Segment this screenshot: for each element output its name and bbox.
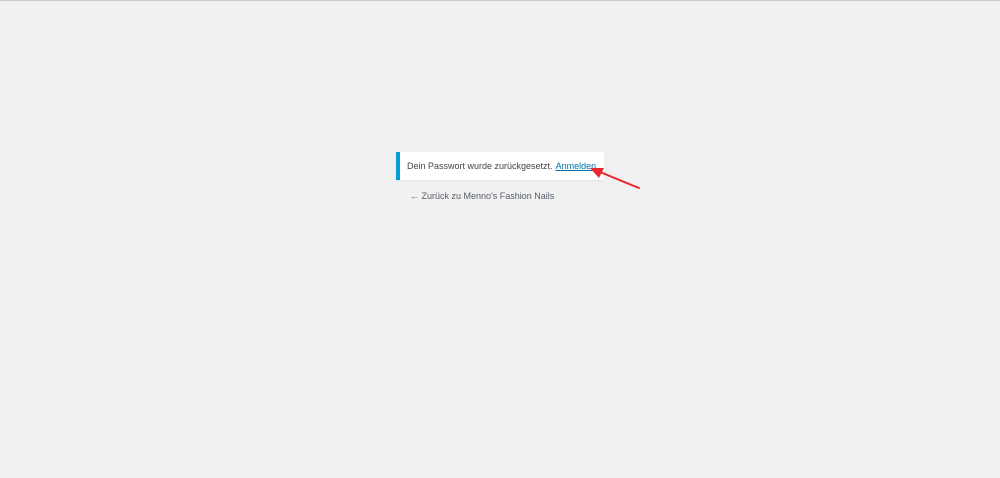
login-link[interactable]: Anmelden — [556, 161, 597, 171]
top-border — [0, 0, 1000, 1]
notice-message: Dein Passwort wurde zurückgesetzt. — [407, 161, 553, 171]
red-arrow-icon — [590, 168, 640, 189]
back-to-site-link[interactable]: ← Zurück zu Menno's Fashion Nails — [410, 191, 554, 201]
password-reset-notice: Dein Passwort wurde zurückgesetzt. Anmel… — [396, 152, 604, 180]
